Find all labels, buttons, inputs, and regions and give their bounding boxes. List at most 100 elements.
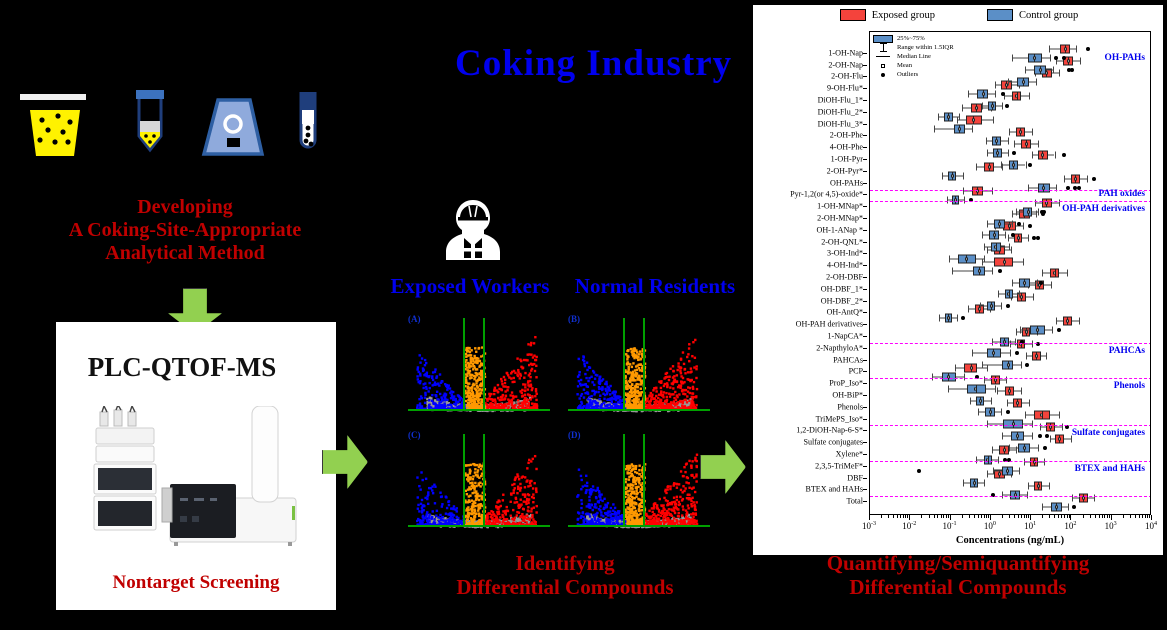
volcano-point [499, 377, 503, 381]
volcano-point [428, 386, 431, 390]
volcano-point [639, 400, 642, 404]
volcano-point [680, 499, 684, 502]
volcano-point [473, 509, 477, 513]
volcano-point [477, 405, 480, 408]
volcano-point [523, 389, 527, 393]
volcano-point [586, 398, 590, 401]
volcano-point [480, 497, 483, 500]
volcano-point [438, 373, 442, 376]
volcano-point [579, 378, 583, 382]
volcano-point [529, 398, 532, 401]
volcano-point [454, 508, 457, 511]
volcano-point [422, 386, 425, 390]
volcano-point [692, 395, 695, 399]
volcano-point [505, 505, 508, 509]
volcano-point [670, 393, 673, 396]
volcano-point [526, 353, 529, 356]
volcano-point [695, 480, 698, 483]
volcano-point [515, 514, 519, 517]
volcano-point [477, 378, 480, 381]
volcano-point [416, 519, 419, 523]
volcano-point [625, 510, 629, 514]
volcano-point [471, 519, 474, 523]
volcano-point [620, 514, 624, 517]
volcano-point [630, 483, 634, 487]
volcano-point [583, 359, 586, 363]
volcano-point [447, 513, 450, 516]
volcano-point [477, 513, 481, 516]
volcano-point [440, 397, 444, 400]
volcano-point [614, 396, 618, 399]
volcano-point [693, 366, 696, 369]
volcano-point [686, 355, 689, 359]
volcano-point [588, 495, 591, 499]
volcano-point [473, 361, 476, 364]
volcano-point [503, 378, 507, 381]
volcano-point [421, 478, 424, 482]
volcano-point [677, 362, 680, 365]
volcano-point [684, 388, 688, 392]
volcano-point [626, 506, 629, 509]
volcano-point [600, 511, 603, 514]
volcano-point [626, 358, 629, 361]
volcano-point [652, 505, 656, 508]
volcano-point [625, 464, 629, 468]
volcano-point [477, 392, 480, 395]
volcano-point [502, 510, 505, 513]
volcano-point [535, 392, 538, 396]
volcano-point [688, 359, 691, 363]
volcano-point [479, 382, 483, 386]
volcano-point [493, 392, 496, 396]
volcano-point [629, 385, 632, 389]
volcano-point [468, 478, 471, 481]
volcano-point [470, 509, 474, 512]
volcano-point [475, 463, 479, 467]
volcano-point [593, 506, 596, 509]
volcano-point [512, 491, 515, 495]
method-heading-line-3: Analytical Method [105, 241, 265, 264]
volcano-point [475, 350, 478, 353]
volcano-point [588, 499, 591, 502]
volcano-point [630, 389, 633, 392]
volcano-point [683, 380, 686, 384]
volcano-point [439, 517, 442, 520]
volcano-point [423, 363, 427, 367]
volcano-point [614, 390, 617, 394]
volcano-point [524, 383, 527, 386]
volcano-point [632, 403, 636, 406]
sample-cup-icon [18, 92, 98, 167]
volcano-plot-a: (A) [404, 312, 554, 420]
volcano-point [585, 519, 588, 522]
volcano-point [601, 388, 604, 392]
volcano-point [442, 394, 446, 397]
volcano-point [469, 494, 472, 497]
volcano-point [674, 390, 677, 394]
volcano-point [687, 347, 691, 350]
volcano-point [478, 464, 481, 467]
volcano-point [635, 518, 639, 521]
volcano-point [635, 487, 638, 490]
volcano-point [687, 507, 690, 510]
volcano-point [473, 377, 476, 381]
volcano-point [610, 405, 613, 408]
volcano-point [632, 362, 635, 365]
volcano-point [607, 522, 610, 525]
volcano-point [607, 388, 610, 391]
volcano-point [675, 380, 679, 384]
volcano-point [631, 474, 635, 477]
volcano-point [470, 349, 473, 352]
volcano-point [648, 515, 651, 518]
volcano-point [470, 392, 473, 396]
volcano-point [672, 381, 675, 385]
volcano-point [528, 379, 532, 383]
volcano-point [631, 520, 635, 523]
volcano-point [527, 501, 530, 505]
volcano-point [683, 367, 687, 371]
volcano-point [627, 368, 630, 371]
volcano-point [646, 397, 649, 400]
volcano-point [469, 386, 472, 390]
volcano-point [627, 496, 630, 499]
volcano-point [479, 494, 482, 497]
volcano-point [520, 476, 523, 479]
volcano-point [421, 509, 424, 512]
